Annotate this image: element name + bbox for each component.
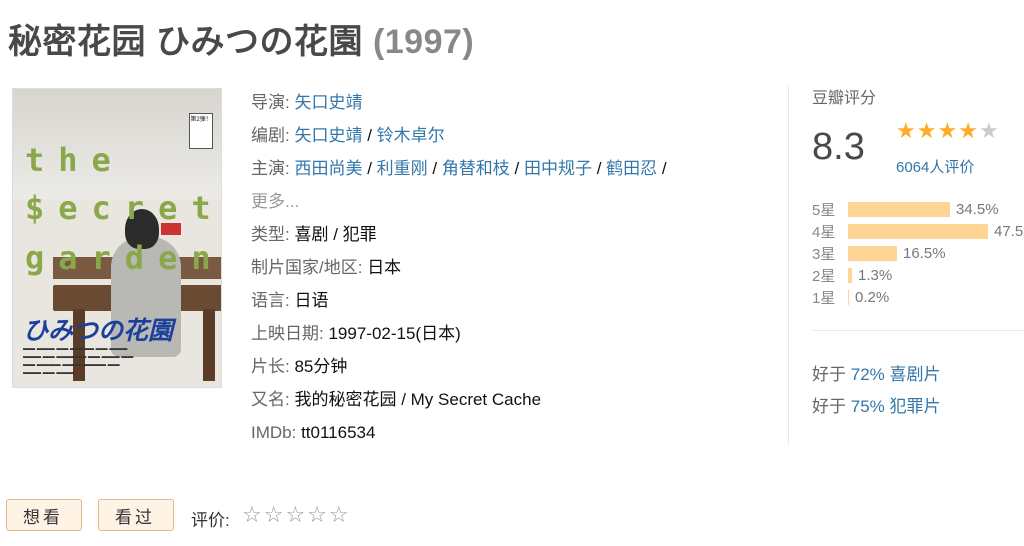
rating-score: 8.3 [812, 126, 865, 168]
aka-label: 又名: [251, 390, 290, 409]
rating-bar-percent: 16.5% [903, 244, 946, 262]
star-filled-icon: ★ [896, 118, 917, 143]
rating-bar-row: 1星 0.2% [812, 286, 1024, 308]
rate-stars-input[interactable]: ☆☆☆☆☆ [242, 502, 351, 528]
rating-bar-row: 3星 16.5% [812, 242, 1024, 264]
cast-link[interactable]: 角替和枝 [442, 159, 510, 178]
writer-label: 编剧: [251, 126, 290, 145]
rating-bar-label: 2星 [812, 267, 836, 285]
movie-year: (1997) [372, 23, 475, 61]
rating-bar-fill [848, 289, 849, 305]
imdb-label: IMDb: [251, 423, 297, 442]
cast-link[interactable]: 田中规子 [524, 159, 592, 178]
cast-row: 主演: 西田尚美 / 利重刚 / 角替和枝 / 田中规子 / 鹤田忍 / [251, 159, 667, 178]
rating-distribution: 5星 34.5% 4星 47.5% 3星 16.5% 2星 1.3% 1星 0.… [812, 198, 1024, 308]
aka-value: 我的秘密花园 / My Secret Cache [294, 390, 542, 409]
runtime-row: 片长: 85分钟 [251, 350, 667, 383]
more-cast-link[interactable]: 更多... [251, 192, 299, 211]
director-row: 导演: 矢口史靖 [251, 86, 667, 119]
imdb-row: IMDb: tt0116534 [251, 416, 667, 449]
director-link[interactable]: 矢口史靖 [294, 93, 362, 112]
release-value: 1997-02-15(日本) [328, 324, 461, 343]
rating-bar-fill [848, 267, 852, 283]
cast-link[interactable]: 利重刚 [377, 159, 428, 178]
country-label: 制片国家/地区: [251, 258, 363, 277]
movie-title: 秘密花园 ひみつの花園 [8, 23, 363, 61]
movie-poster[interactable]: 第2弾！ the $ecret garden ひみつの花園 ▬▬ ▬▬▬ ▬▬ … [12, 88, 222, 388]
rating-bar-percent: 0.2% [855, 288, 890, 306]
rating-bar-percent: 34.5% [956, 200, 999, 218]
star-filled-icon: ★ [958, 118, 979, 143]
release-label: 上映日期: [251, 324, 324, 343]
better-than-link[interactable]: 72% 喜剧片 [851, 365, 941, 384]
page-title: 秘密花园 ひみつの花園 (1997) [8, 14, 474, 63]
rating-bar-fill [848, 201, 950, 217]
aka-row: 又名: 我的秘密花园 / My Secret Cache [251, 383, 667, 416]
rating-bar-label: 5星 [812, 201, 836, 219]
runtime-label: 片长: [251, 357, 290, 376]
language-label: 语言: [251, 291, 290, 310]
genre-row: 类型: 喜剧 / 犯罪 [251, 218, 667, 251]
country-value: 日本 [367, 258, 402, 277]
rating-bar-row: 2星 1.3% [812, 264, 1024, 286]
rating-bar-label: 4星 [812, 223, 836, 241]
writer-row: 编剧: 矢口史靖 / 铃木卓尔 [251, 126, 445, 145]
better-than-prefix: 好于 [812, 365, 846, 384]
rating-bar-percent: 1.3% [858, 266, 893, 284]
rating-bar-fill [848, 223, 988, 239]
poster-credits: ▬▬ ▬▬▬ ▬▬ ▬▬▬▬ ▬▬ ▬▬▬ ▬▬▬ ▬▬ ▬▬▬▬▬ ▬▬ ▬▬▬… [23, 346, 134, 376]
rating-votes-link[interactable]: 6064人评价 [896, 156, 974, 177]
language-value: 日语 [294, 291, 329, 310]
rating-panel: 豆瓣评分 8.3 ★★★★★ 6064人评价 5星 34.5% 4星 47.5%… [812, 84, 1024, 416]
cast-link[interactable]: 鹤田忍 [606, 159, 657, 178]
more-row: 更多... [251, 185, 667, 218]
star-filled-icon: ★ [916, 118, 938, 143]
cast-label: 主演: [251, 159, 290, 178]
cast-link[interactable]: 西田尚美 [294, 159, 362, 178]
poster-word-secret: $ecret [25, 189, 222, 227]
watched-button[interactable]: 看过 [98, 499, 174, 531]
movie-info: 导演: 矢口史靖 编剧: 矢口史靖 / 铃木卓尔 主演: 西田尚美 / 利重刚 … [251, 86, 667, 449]
poster-badge: 第2弾！ [189, 113, 213, 149]
imdb-value: tt0116534 [301, 423, 376, 442]
rating-bar-percent: 47.5% [994, 222, 1024, 240]
rating-label: 豆瓣评分 [812, 90, 877, 107]
star-empty-icon: ★ [978, 118, 1000, 143]
rating-bar-row: 5星 34.5% [812, 198, 1024, 220]
rating-bar-label: 3星 [812, 245, 836, 263]
poster-word-the: the [25, 141, 125, 179]
want-to-watch-button[interactable]: 想看 [6, 499, 82, 531]
rate-label: 评价: [191, 511, 230, 530]
genre-value: 喜剧 / 犯罪 [294, 225, 377, 244]
language-row: 语言: 日语 [251, 284, 667, 317]
rating-bar-row: 4星 47.5% [812, 220, 1024, 242]
writer-link[interactable]: 矢口史靖 [294, 126, 362, 145]
release-row: 上映日期: 1997-02-15(日本) [251, 317, 667, 350]
better-than-prefix: 好于 [812, 397, 846, 416]
director-label: 导演: [251, 93, 290, 112]
poster-japanese-title: ひみつの花園 [23, 317, 174, 345]
star-filled-icon: ★ [937, 118, 959, 143]
genre-label: 类型: [251, 225, 290, 244]
poster-word-garden: garden [25, 239, 222, 277]
rating-stars: ★★★★★ [896, 118, 1000, 144]
writer-link[interactable]: 铃木卓尔 [377, 126, 445, 145]
rating-bar-label: 1星 [812, 289, 836, 307]
runtime-value: 85分钟 [294, 357, 348, 376]
better-than-row: 好于 72% 喜剧片 [812, 360, 940, 385]
country-row: 制片国家/地区: 日本 [251, 251, 667, 284]
vertical-divider [788, 86, 789, 446]
rating-bar-fill [848, 245, 897, 261]
better-than-row: 好于 75% 犯罪片 [812, 392, 940, 417]
rating-separator [812, 330, 1024, 331]
better-than-link[interactable]: 75% 犯罪片 [851, 397, 941, 416]
